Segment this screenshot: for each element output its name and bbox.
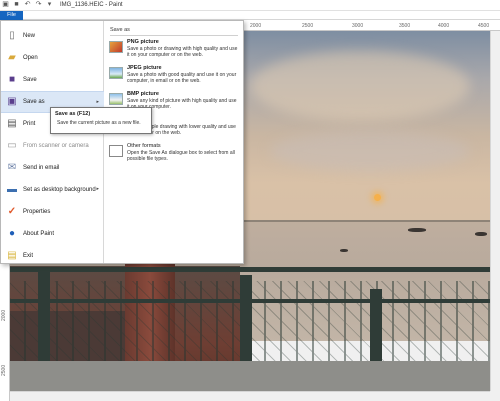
option-description: Save a photo with good quality and use i…	[127, 72, 237, 84]
menu-item-exit[interactable]: ▤ Exit	[1, 245, 104, 267]
submenu-arrow-icon: ▸	[96, 99, 99, 105]
menu-item-label: Exit	[23, 253, 34, 259]
open-folder-icon: ▰	[8, 52, 16, 63]
bmp-picture-icon	[109, 93, 123, 105]
photo-sun	[374, 194, 381, 201]
menu-item-new[interactable]: ▯ New	[1, 25, 104, 47]
photo-rock	[340, 249, 348, 252]
vertical-scrollbar[interactable]	[490, 31, 500, 391]
menu-item-label: Open	[23, 55, 38, 61]
ribbon-bar: File	[0, 11, 500, 20]
info-icon: ●	[8, 228, 16, 239]
ruler-tick: 4000	[438, 23, 450, 29]
menu-item-send-email[interactable]: ✉ Send in email	[1, 157, 104, 179]
other-formats-icon	[109, 145, 123, 157]
photo-rock	[408, 228, 426, 232]
option-title: JPEG picture	[127, 65, 162, 71]
paint-app-icon: ▣	[2, 1, 9, 8]
file-tab[interactable]: File	[0, 11, 23, 20]
save-disk-icon: ■	[8, 74, 16, 85]
photo-cloud	[250, 51, 470, 121]
file-menu: ▯ New ▰ Open ■ Save ▣ Save as ▸ ▤ Print …	[0, 20, 244, 264]
menu-item-desktop-background[interactable]: ▬ Set as desktop background ▸	[1, 179, 104, 201]
menu-item-about[interactable]: ● About Paint	[1, 223, 104, 245]
photo-railing-post	[240, 275, 252, 375]
menu-item-label: From scanner or camera	[23, 143, 89, 149]
title-bar: ▣ ■ ↶ ↷ ▾ IMG_1136.HEIC - Paint	[0, 0, 500, 11]
option-description: Open the Save As dialogue box to select …	[127, 150, 235, 162]
email-icon: ✉	[7, 162, 17, 173]
save-as-submenu: Save as PNG picture Save a photo or draw…	[105, 21, 243, 263]
save-as-jpeg[interactable]: JPEG picture Save a photo with good qual…	[105, 65, 243, 89]
ruler-tick: 3500	[399, 23, 411, 29]
menu-item-label: Set as desktop background	[23, 187, 96, 193]
menu-item-label: Send in email	[23, 165, 60, 171]
save-as-tooltip: Save as (F12) Save the current picture a…	[50, 107, 152, 134]
menu-item-properties[interactable]: ✓ Properties	[1, 201, 104, 223]
horizontal-scrollbar[interactable]	[10, 391, 490, 401]
undo-icon[interactable]: ↶	[24, 1, 31, 8]
ruler-tick: 2000	[1, 309, 7, 321]
redo-icon[interactable]: ↷	[35, 1, 42, 8]
save-as-heading: Save as	[110, 27, 130, 33]
ruler-tick: 3000	[352, 23, 364, 29]
divider	[110, 35, 238, 36]
save-as-icon: ▣	[7, 96, 17, 107]
menu-item-label: Properties	[23, 209, 51, 215]
printer-icon: ▤	[7, 118, 17, 129]
new-file-icon: ▯	[9, 30, 15, 41]
tooltip-description: Save the current picture as a new file.	[57, 120, 141, 126]
tooltip-title: Save as (F12)	[55, 111, 91, 117]
photo-railing-top	[10, 267, 490, 272]
menu-item-label: Print	[23, 121, 36, 127]
paint-window: ▣ ■ ↶ ↷ ▾ IMG_1136.HEIC - Paint File 200…	[0, 0, 500, 401]
file-menu-commands: ▯ New ▰ Open ■ Save ▣ Save as ▸ ▤ Print …	[1, 21, 104, 263]
photo-railing-post	[38, 267, 50, 367]
menu-item-label: Save	[23, 77, 37, 83]
menu-item-save[interactable]: ■ Save	[1, 69, 104, 91]
option-title: PNG picture	[127, 39, 159, 45]
checkmark-icon: ✓	[7, 206, 17, 217]
option-title: Other formats	[127, 143, 161, 149]
window-title: IMG_1136.HEIC - Paint	[60, 2, 123, 8]
quick-access-toolbar: ▣ ■ ↶ ↷ ▾	[2, 1, 53, 8]
menu-item-from-scanner[interactable]: ▭ From scanner or camera	[1, 135, 104, 157]
scanner-icon: ▭	[7, 140, 17, 151]
option-description: Save a photo or drawing with high qualit…	[127, 46, 238, 58]
save-as-other-formats[interactable]: Other formats Open the Save As dialogue …	[105, 143, 243, 167]
save-as-png[interactable]: PNG picture Save a photo or drawing with…	[105, 39, 243, 63]
desktop-icon: ▬	[7, 184, 17, 195]
photo-walkway	[10, 361, 490, 391]
menu-item-label: Save as	[23, 99, 45, 105]
ruler-tick: 2500	[1, 364, 7, 376]
photo-rock	[475, 232, 487, 236]
ruler-tick: 4500	[478, 23, 490, 29]
menu-item-label: About Paint	[23, 231, 55, 237]
exit-icon: ▤	[7, 250, 17, 261]
save-icon[interactable]: ■	[13, 1, 20, 8]
option-title: BMP picture	[127, 91, 159, 97]
submenu-arrow-icon: ▸	[96, 186, 99, 192]
ruler-tick: 2000	[250, 23, 262, 29]
png-picture-icon	[109, 41, 123, 53]
jpeg-picture-icon	[109, 67, 123, 79]
menu-item-label: New	[23, 33, 36, 39]
menu-item-open[interactable]: ▰ Open	[1, 47, 104, 69]
ruler-tick: 2500	[302, 23, 314, 29]
photo-cloud	[270, 131, 470, 171]
customize-toolbar-icon[interactable]: ▾	[46, 1, 53, 8]
